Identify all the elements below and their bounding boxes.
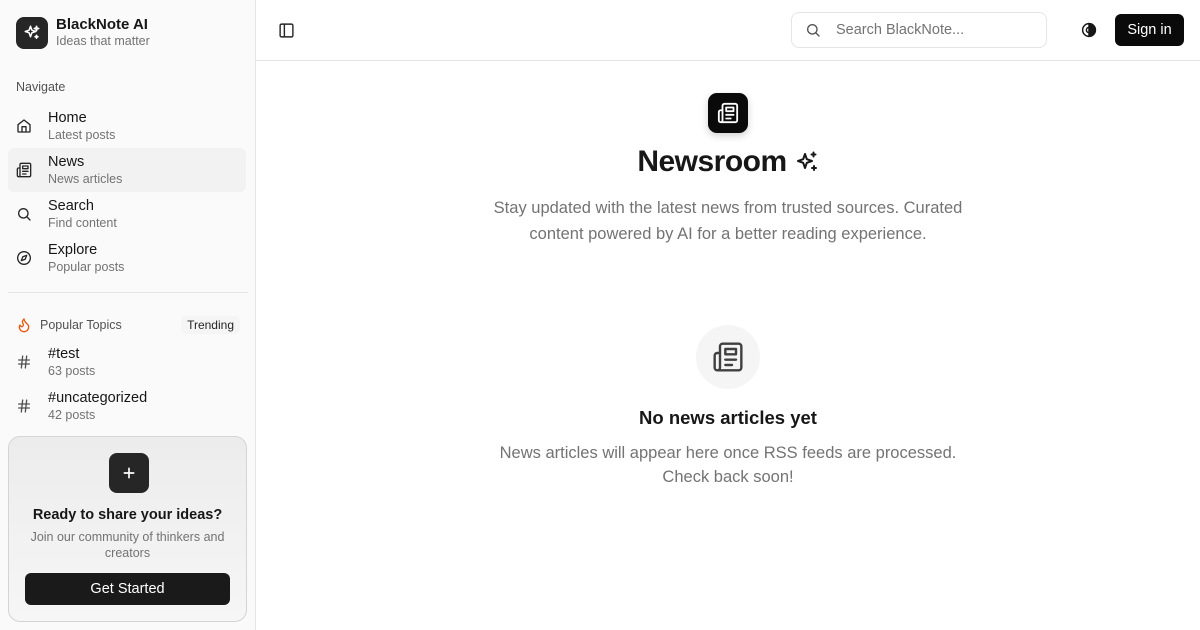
theme-toggle-icon[interactable] [1080, 21, 1098, 39]
compass-icon [16, 250, 32, 266]
search-icon [16, 206, 32, 222]
sidebar-item-home[interactable]: Home Latest posts [8, 104, 246, 148]
sidebar-item-title: Search [48, 197, 94, 214]
sidebar-item-subtitle: Popular posts [48, 259, 125, 274]
topic-count: 63 posts [48, 363, 96, 378]
sidebar-item-title: Home [48, 109, 87, 126]
sidebar-divider [8, 292, 248, 293]
sidebar-item-title: News [48, 153, 85, 170]
search-icon [805, 22, 821, 38]
top-header: Sign in [256, 0, 1200, 61]
topic-item-uncategorized[interactable]: #uncategorized 42 posts [8, 384, 246, 428]
cta-subtitle: Join our community of thinkers and creat… [30, 530, 225, 560]
topics-list: #test 63 posts #uncategorized 42 posts [8, 340, 246, 428]
newspaper-icon [708, 93, 748, 133]
flame-icon [16, 317, 32, 333]
topic-count: 42 posts [48, 407, 96, 422]
topic-tag: #test [48, 345, 80, 362]
popular-topics-label: Popular Topics [40, 318, 122, 332]
sidebar-item-subtitle: News articles [48, 171, 123, 186]
navigate-label: Navigate [16, 80, 66, 94]
sparkles-icon [795, 150, 819, 174]
trending-badge: Trending [181, 316, 240, 334]
sidebar-item-explore[interactable]: Explore Popular posts [8, 236, 246, 280]
page-description: Stay updated with the latest news from t… [493, 199, 963, 243]
newspaper-icon [696, 325, 760, 389]
page-title: Newsroom [637, 145, 787, 178]
hash-icon [16, 398, 32, 414]
empty-state-description: News articles will appear here once RSS … [499, 444, 957, 486]
plus-icon [109, 453, 149, 493]
sidebar-item-subtitle: Find content [48, 215, 117, 230]
search-box[interactable] [791, 12, 1047, 48]
sidebar-item-search[interactable]: Search Find content [8, 192, 246, 236]
sidebar-item-title: Explore [48, 241, 98, 258]
home-icon [16, 118, 32, 134]
sidebar-item-news[interactable]: News News articles [8, 148, 246, 192]
brand[interactable]: BlackNote AI Ideas that matter [16, 16, 150, 49]
cta-card: Ready to share your ideas? Join our comm… [8, 436, 247, 622]
brand-tagline: Ideas that matter [56, 34, 150, 48]
popular-topics-header: Popular Topics Trending [16, 316, 240, 334]
hash-icon [16, 354, 32, 370]
brand-name: BlackNote AI [56, 16, 148, 33]
page-title-row: Newsroom [256, 145, 1200, 179]
sidebar-item-subtitle: Latest posts [48, 127, 116, 142]
empty-state-title: No news articles yet [639, 407, 817, 428]
sidebar-nav: Home Latest posts News News articles Sea… [8, 104, 246, 280]
main-content: Newsroom Stay updated with the latest ne… [256, 61, 1200, 630]
topic-item-test[interactable]: #test 63 posts [8, 340, 246, 384]
sign-in-button[interactable]: Sign in [1115, 14, 1184, 46]
topic-tag: #uncategorized [48, 389, 148, 406]
newspaper-icon [16, 162, 32, 178]
cta-title: Ready to share your ideas? [32, 507, 223, 523]
sidebar-toggle-icon[interactable] [276, 20, 296, 40]
sidebar: BlackNote AI Ideas that matter Navigate … [0, 0, 256, 630]
sparkles-icon [16, 16, 48, 49]
search-input[interactable] [836, 22, 1026, 38]
get-started-button[interactable]: Get Started [25, 573, 230, 605]
